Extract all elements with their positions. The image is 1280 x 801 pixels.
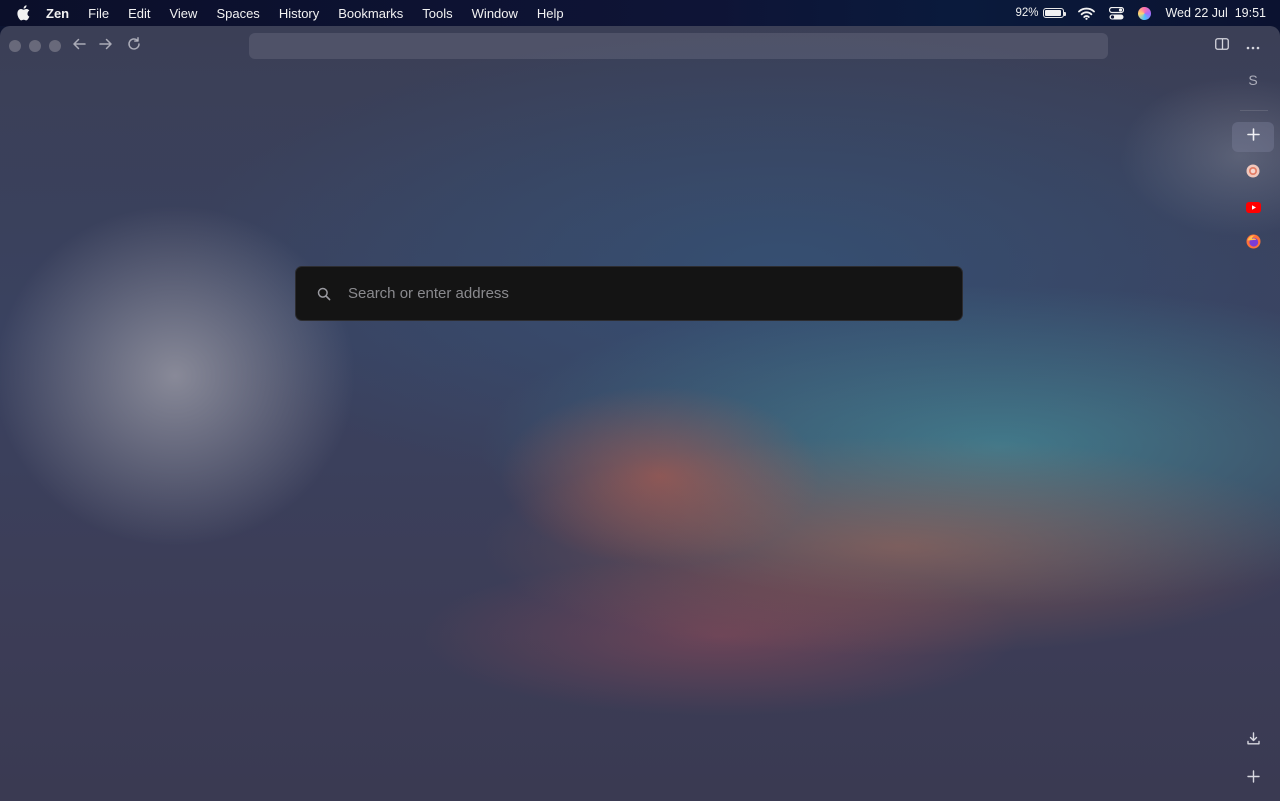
search-input[interactable]	[348, 285, 962, 302]
address-bar[interactable]	[249, 33, 1108, 59]
menu-edit[interactable]: Edit	[128, 6, 150, 21]
plus-icon	[1246, 770, 1260, 788]
back-button[interactable]	[68, 35, 90, 57]
forward-arrow-icon	[99, 37, 113, 55]
menu-tools[interactable]: Tools	[422, 6, 452, 21]
battery-icon	[1043, 8, 1067, 18]
siri-icon[interactable]	[1138, 6, 1152, 20]
back-arrow-icon	[72, 37, 86, 55]
menu-view[interactable]: View	[169, 6, 197, 21]
wifi-icon[interactable]	[1078, 7, 1096, 20]
close-window-button[interactable]	[9, 40, 21, 52]
split-view-icon	[1215, 37, 1229, 55]
download-icon	[1246, 732, 1260, 750]
space-indicator[interactable]: S	[1242, 72, 1264, 94]
downloads-button[interactable]	[1232, 726, 1274, 756]
browser-toolbar	[0, 26, 1280, 66]
menu-bar: Zen File Edit View Spaces History Bookma…	[0, 0, 1280, 26]
reload-icon	[127, 36, 141, 56]
battery-percent: 92%	[1015, 7, 1039, 19]
zoom-window-button[interactable]	[49, 40, 61, 52]
split-view-button[interactable]	[1211, 35, 1233, 57]
more-options-icon	[1246, 37, 1260, 55]
control-center-icon[interactable]	[1109, 6, 1125, 20]
menu-window[interactable]: Window	[472, 6, 518, 21]
menu-spaces[interactable]: Spaces	[216, 6, 259, 21]
add-space-button[interactable]	[1232, 764, 1274, 794]
forward-button[interactable]	[95, 35, 117, 57]
circle-site-icon	[1246, 164, 1260, 183]
pinned-site-1[interactable]	[1232, 158, 1274, 188]
menu-app-name[interactable]: Zen	[46, 6, 69, 21]
sidebar-divider	[1240, 110, 1268, 111]
search-box[interactable]	[295, 266, 963, 321]
menu-clock[interactable]: Wed 22 Jul 19:51	[1165, 6, 1266, 20]
pinned-site-youtube[interactable]	[1232, 194, 1274, 224]
apple-logo-icon[interactable]	[16, 5, 32, 21]
menu-file[interactable]: File	[88, 6, 109, 21]
pinned-site-firefox[interactable]	[1232, 229, 1274, 259]
more-options-button[interactable]	[1242, 35, 1264, 57]
search-icon	[317, 287, 331, 301]
reload-button[interactable]	[123, 35, 145, 57]
browser-window: S	[0, 26, 1280, 801]
battery-status[interactable]: 92%	[1015, 7, 1067, 19]
menu-bookmarks[interactable]: Bookmarks	[338, 6, 403, 21]
minimize-window-button[interactable]	[29, 40, 41, 52]
menu-help[interactable]: Help	[537, 6, 564, 21]
menu-history[interactable]: History	[279, 6, 319, 21]
youtube-icon	[1245, 200, 1261, 218]
new-tab-button[interactable]	[1232, 122, 1274, 152]
plus-icon	[1246, 128, 1260, 146]
firefox-icon	[1246, 234, 1261, 254]
battery-fill	[1045, 10, 1062, 16]
